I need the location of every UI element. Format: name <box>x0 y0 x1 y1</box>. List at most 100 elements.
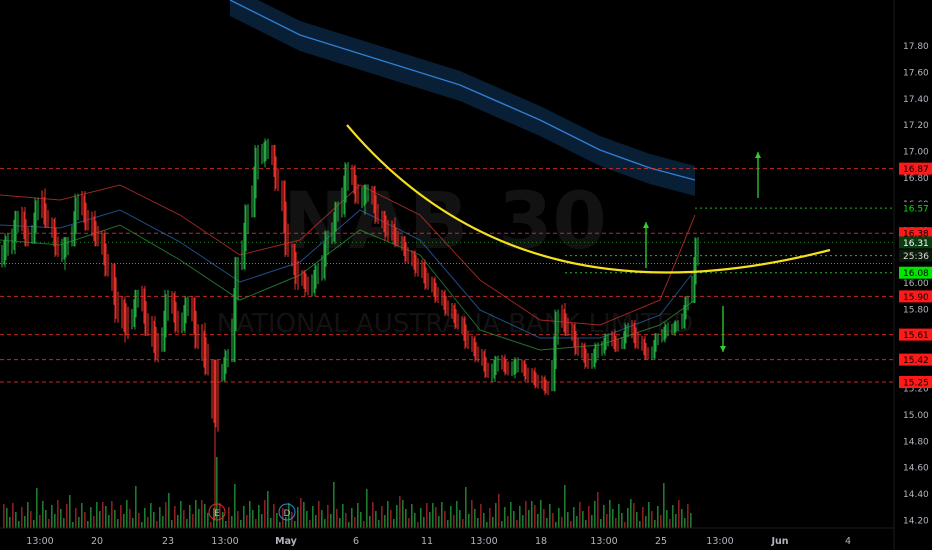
volume-bar <box>255 519 257 528</box>
volume-bar <box>579 502 581 528</box>
volume-bar <box>150 503 152 528</box>
price-tag-red: 15.61 <box>903 331 929 341</box>
price-axis-tick-label: 17.00 <box>903 148 929 158</box>
volume-bar <box>339 518 341 528</box>
volume-bar <box>612 509 614 528</box>
volume-bar <box>297 507 299 528</box>
volume-bar <box>75 508 77 528</box>
volume-bar <box>207 513 209 528</box>
volume-bar <box>300 498 302 528</box>
volume-bar <box>648 502 650 528</box>
volume-bar <box>27 502 29 528</box>
volume-bar <box>438 516 440 528</box>
volume-bar <box>201 500 203 528</box>
candlestick-chart[interactable]: NAB 30 NATIONAL AUSTRALIA BANK LIMITED 17… <box>0 0 932 550</box>
volume-bar <box>432 503 434 528</box>
volume-bar <box>510 502 512 528</box>
volume-bar <box>228 507 230 528</box>
volume-bar <box>168 493 170 528</box>
price-axis-tick-label: 16.80 <box>903 174 929 184</box>
volume-bar <box>639 521 641 528</box>
volume-bar <box>48 519 50 528</box>
countdown-tag: 25:36 <box>903 252 929 262</box>
volume-bar <box>234 484 236 528</box>
volume-bar <box>555 522 557 528</box>
time-axis-tick-label: 13:00 <box>26 536 53 547</box>
volume-bar <box>15 512 17 528</box>
volume-bar <box>498 494 500 528</box>
volume-bar <box>276 513 278 528</box>
volume-bar <box>252 510 254 528</box>
price-tag-green: 16.08 <box>903 269 929 279</box>
volume-bar <box>417 522 419 528</box>
volume-bar <box>198 509 200 528</box>
volume-bar <box>108 515 110 528</box>
volume-bar <box>249 501 251 528</box>
volume-bar <box>105 506 107 528</box>
volume-bar <box>132 518 134 528</box>
volume-bar <box>516 520 518 528</box>
volume-bar <box>210 522 212 528</box>
volume-bar <box>318 501 320 528</box>
volume-bar <box>486 522 488 528</box>
volume-bar <box>504 507 506 528</box>
volume-bar <box>117 519 119 528</box>
volume-bar <box>336 509 338 528</box>
volume-bar <box>543 509 545 528</box>
volume-bar <box>360 512 362 528</box>
volume-bar <box>585 520 587 528</box>
volume-bar <box>573 507 575 528</box>
volume-bar <box>558 508 560 528</box>
volume-bar <box>165 502 167 528</box>
volume-bar <box>453 515 455 528</box>
volume-bar <box>45 510 47 528</box>
volume-bar <box>81 503 83 528</box>
volume-bar <box>12 503 14 528</box>
volume-bar <box>684 518 686 528</box>
volume-bar <box>408 518 410 528</box>
volume-bar <box>54 514 56 528</box>
price-axis-tick-label: 14.60 <box>903 464 929 474</box>
time-axis-tick-label: 13:00 <box>470 536 497 547</box>
volume-bar <box>528 510 530 528</box>
volume-bar <box>264 500 266 528</box>
volume-bar <box>681 509 683 528</box>
volume-bar <box>372 502 374 528</box>
volume-bar <box>690 513 692 528</box>
volume-bar <box>258 505 260 528</box>
volume-bar <box>87 521 89 528</box>
volume-bar <box>162 516 164 528</box>
volume-bar <box>321 510 323 528</box>
volume-bar <box>507 516 509 528</box>
volume-bar <box>450 506 452 528</box>
volume-bar <box>279 522 281 528</box>
volume-bar <box>102 502 104 528</box>
volume-bar <box>540 500 542 528</box>
volume-bar <box>645 516 647 528</box>
volume-bar <box>597 492 599 528</box>
volume-bar <box>177 515 179 528</box>
volume-bar <box>312 506 314 528</box>
volume-bar <box>129 509 131 528</box>
volume-bar <box>495 503 497 528</box>
volume-bar <box>180 501 182 528</box>
price-axis-tick-label: 17.20 <box>903 121 929 131</box>
time-axis-tick-label: 4 <box>845 536 851 547</box>
volume-bar <box>348 522 350 528</box>
volume-bar <box>375 511 377 528</box>
volume-bar <box>501 521 503 528</box>
volume-bar <box>552 513 554 528</box>
volume-bar <box>546 518 548 528</box>
volume-bar <box>678 500 680 528</box>
volume-bar <box>474 509 476 528</box>
volume-bar <box>333 482 335 528</box>
time-axis-tick-label: 13:00 <box>590 536 617 547</box>
volume-bar <box>51 505 53 528</box>
volume-bar <box>588 506 590 528</box>
volume-bar <box>570 521 572 528</box>
time-axis-tick-label: 18 <box>535 536 547 547</box>
volume-bar <box>687 504 689 528</box>
time-axis-tick-label: 13:00 <box>706 536 733 547</box>
volume-bar <box>480 504 482 528</box>
volume-bar <box>549 504 551 528</box>
